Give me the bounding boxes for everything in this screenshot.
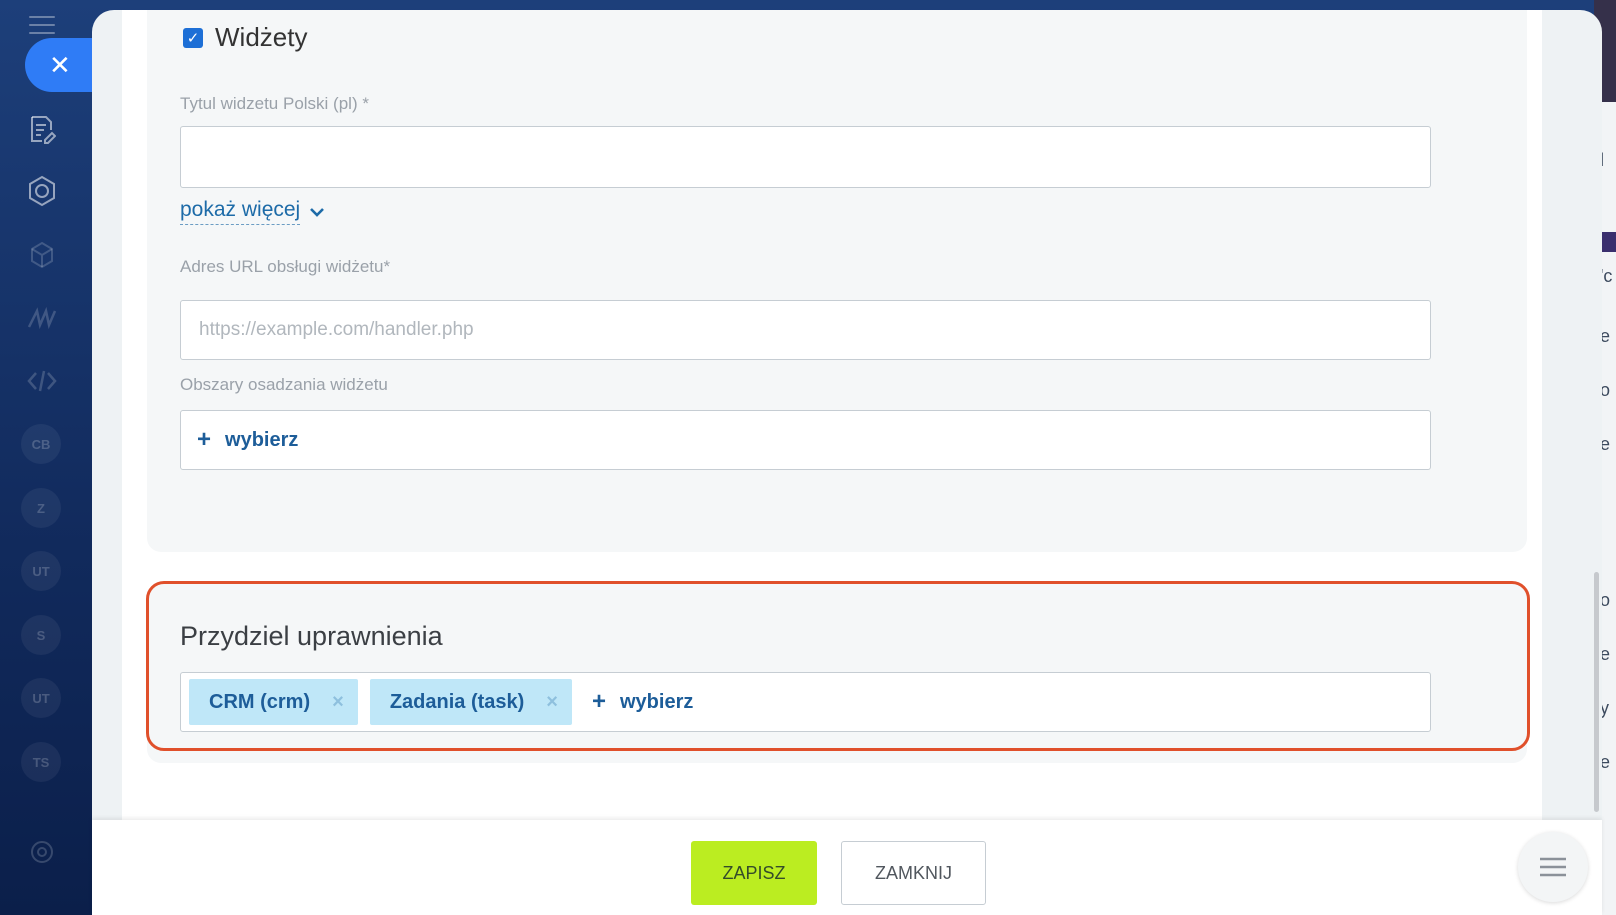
plus-icon: + xyxy=(197,426,212,453)
menu-icon[interactable] xyxy=(29,16,55,36)
code-icon[interactable] xyxy=(22,361,62,401)
permission-tag-task: Zadania (task) × xyxy=(369,679,572,725)
plus-icon: + xyxy=(591,688,606,715)
placement-add-link[interactable]: + wybierz xyxy=(197,428,298,452)
chevron-down-icon xyxy=(310,207,325,217)
widgets-checkbox[interactable]: ✓ xyxy=(183,27,203,48)
save-button[interactable]: ZAPISZ xyxy=(691,841,817,905)
show-more-link[interactable]: pokaż więcej xyxy=(180,198,326,225)
permissions-add-link[interactable]: + wybierz xyxy=(592,690,693,714)
widgets-checkbox-label: Widżety xyxy=(215,22,308,52)
list-icon xyxy=(1540,857,1566,877)
menu-fab[interactable] xyxy=(1518,832,1588,902)
edit-document-icon[interactable] xyxy=(22,109,62,149)
handler-url-input[interactable] xyxy=(180,300,1431,360)
permissions-title: Przydziel uprawnienia xyxy=(180,621,443,651)
scrollbar[interactable] xyxy=(1594,572,1599,812)
placement-selector[interactable]: + wybierz xyxy=(180,410,1431,470)
handler-url-label: Adres URL obsługi widżetu* xyxy=(180,257,391,276)
widgets-card xyxy=(147,10,1527,552)
app-bubble-6[interactable]: TS xyxy=(21,742,61,782)
app-bubble-5[interactable]: UT xyxy=(21,678,61,718)
app-bubble-1[interactable]: CB xyxy=(21,424,61,464)
remove-tag-icon[interactable]: × xyxy=(332,691,344,714)
app-bubble-3[interactable]: UT xyxy=(21,551,61,591)
widget-title-label: Tytul widzetu Polski (pl) * xyxy=(180,94,369,113)
widgets-checkbox-row[interactable]: ✓ Widżety xyxy=(183,22,307,53)
close-button[interactable]: ZAMKNIJ xyxy=(841,841,986,905)
placement-label: Obszary osadzania widżetu xyxy=(180,375,388,394)
form-footer: ZAPISZ ZAMKNIJ xyxy=(92,820,1602,915)
remove-tag-icon[interactable]: × xyxy=(546,691,558,714)
placement-add-label: wybierz xyxy=(225,428,299,451)
permission-tag-label: CRM (crm) xyxy=(209,690,311,713)
permissions-selector[interactable]: CRM (crm) × Zadania (task) × + wybierz xyxy=(180,672,1431,732)
cube-icon[interactable] xyxy=(22,235,62,275)
close-icon: ✕ xyxy=(49,49,71,80)
app-bubble-2[interactable]: Z xyxy=(21,488,61,528)
hexagon-icon[interactable] xyxy=(22,171,62,211)
widget-title-input[interactable] xyxy=(180,126,1431,188)
close-panel-button[interactable]: ✕ xyxy=(25,38,95,92)
settings-icon[interactable] xyxy=(22,832,62,872)
app-bubble-4[interactable]: S xyxy=(21,615,61,655)
app-sidebar: ✕ CB Z UT S UT TS xyxy=(0,0,95,915)
permission-tag-crm: CRM (crm) × xyxy=(189,679,358,725)
permissions-add-label: wybierz xyxy=(620,690,694,713)
show-more-label: pokaż więcej xyxy=(180,198,301,225)
signature-icon[interactable] xyxy=(22,298,62,338)
permission-tag-label: Zadania (task) xyxy=(389,690,525,713)
